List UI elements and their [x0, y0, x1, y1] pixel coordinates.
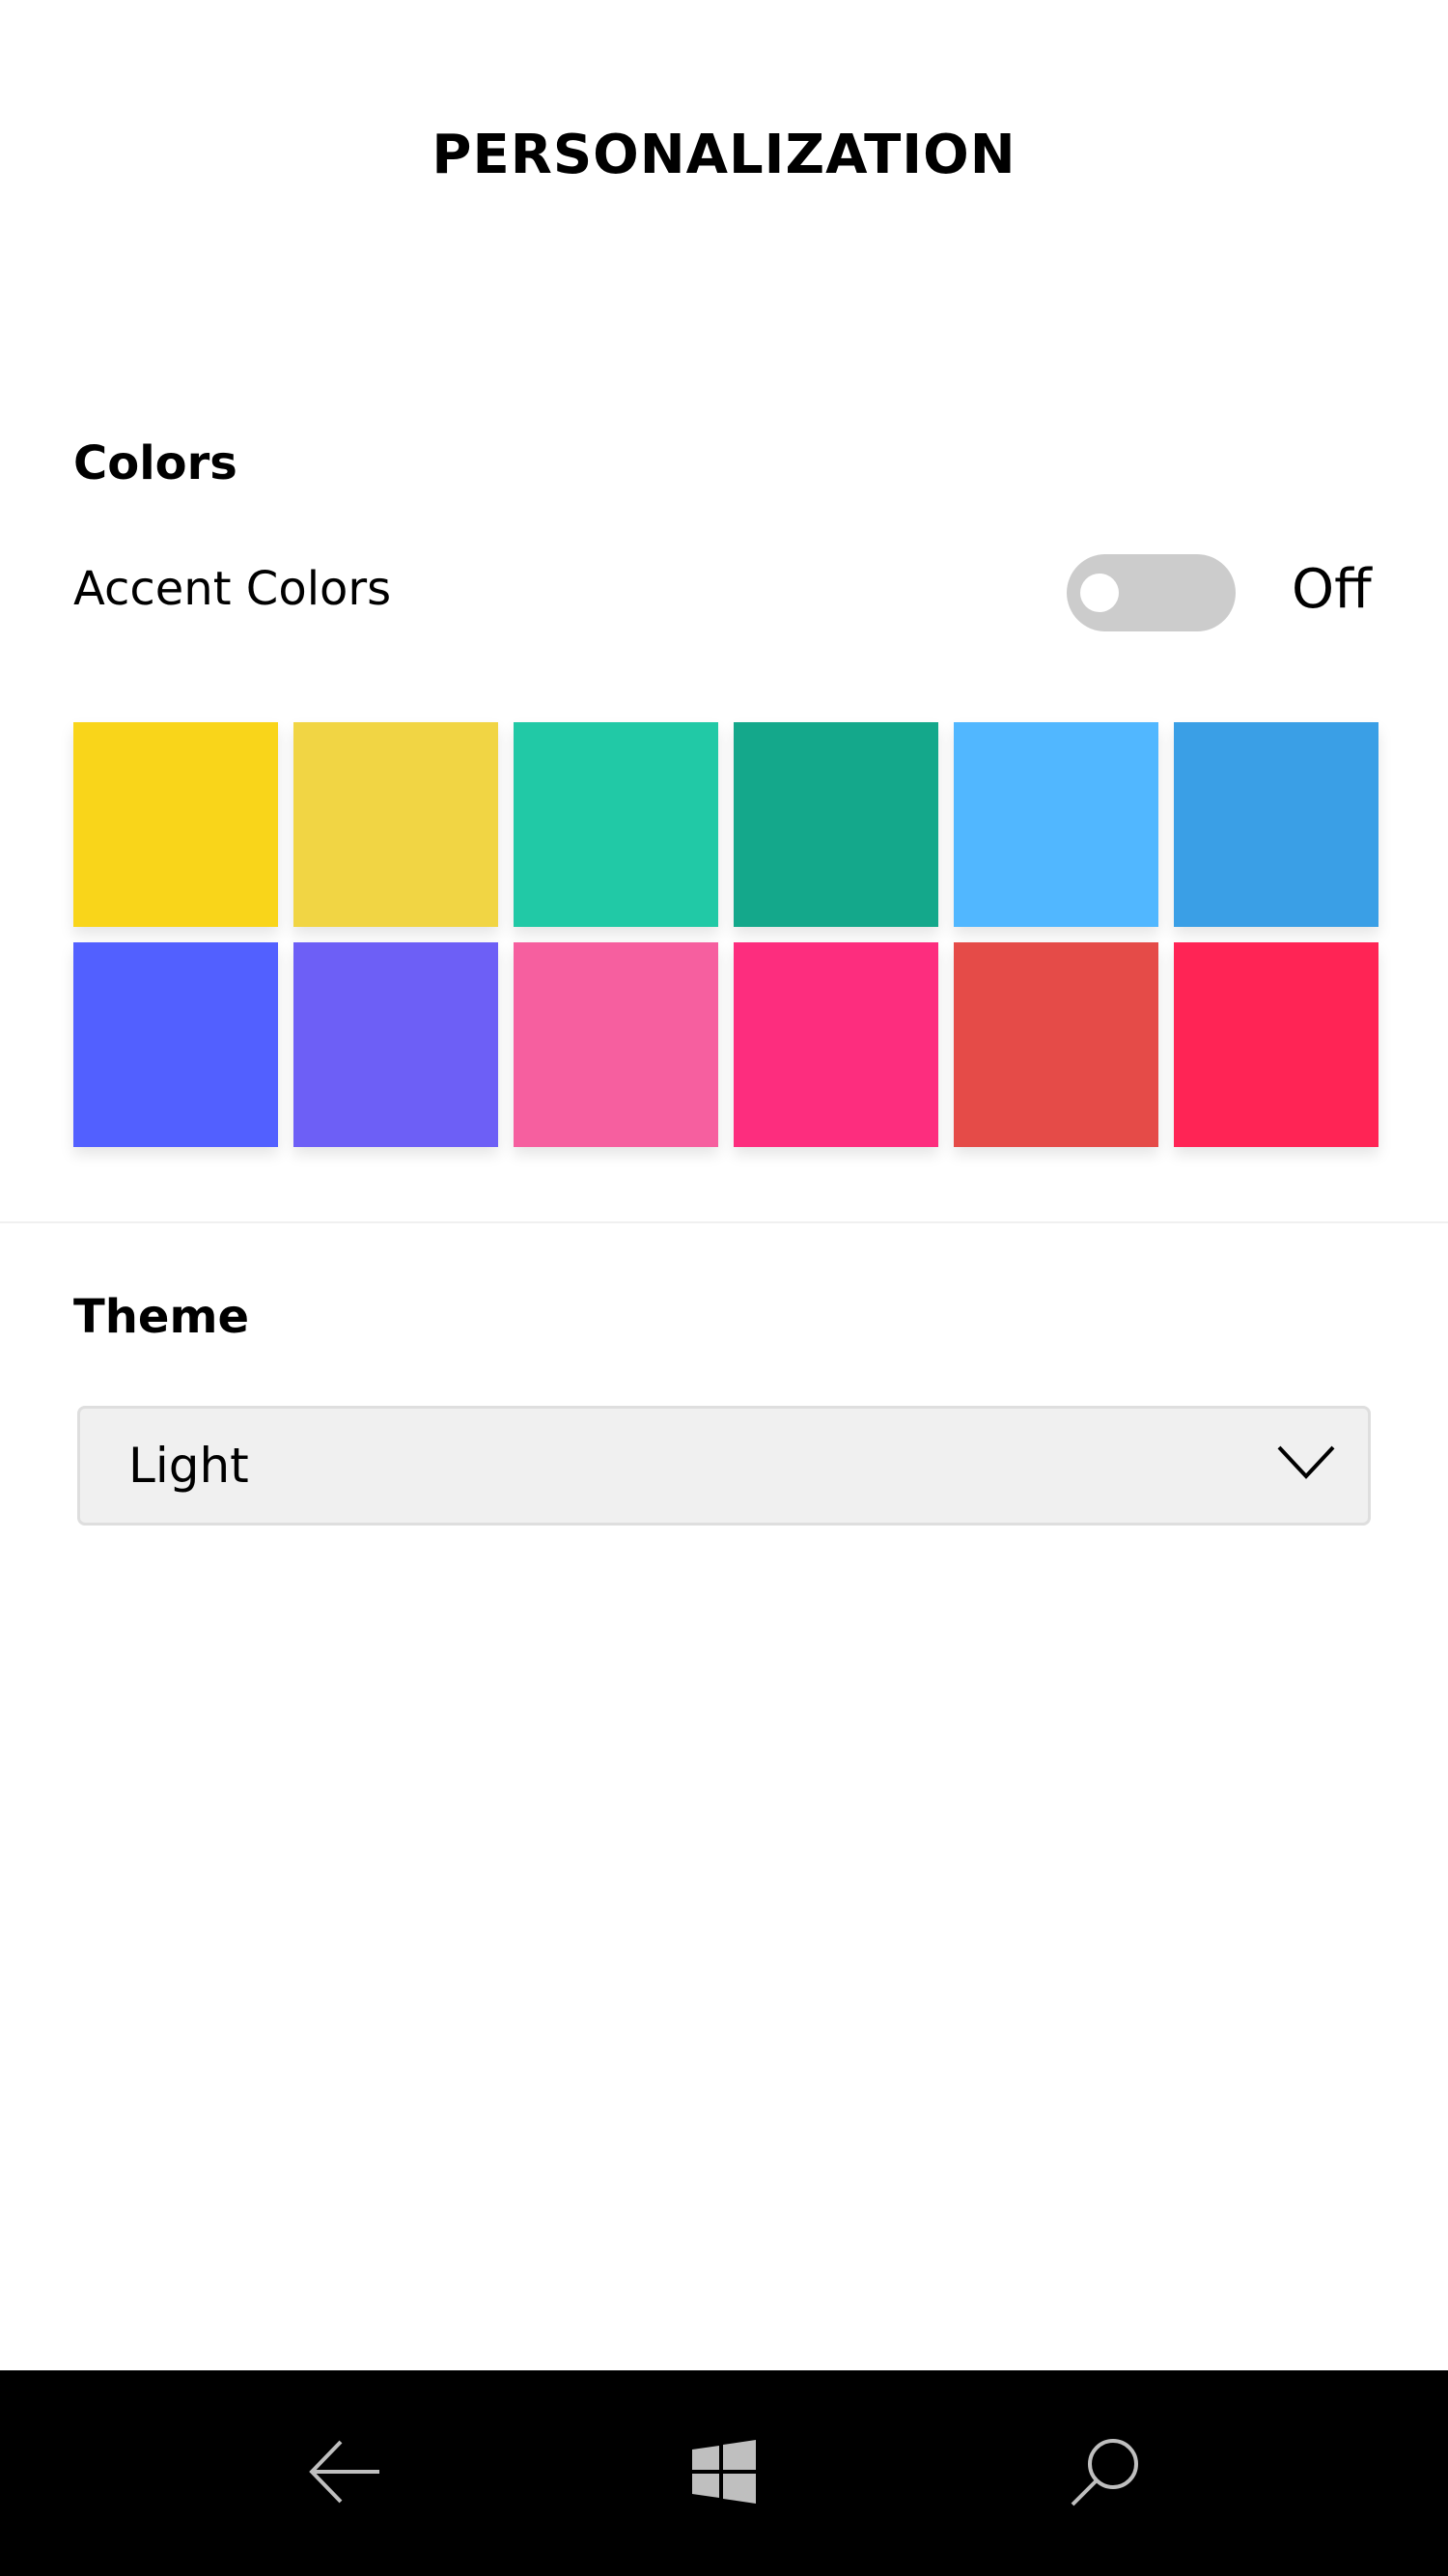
accent-colors-row: Accent Colors Off: [73, 554, 1375, 631]
color-swatch[interactable]: [734, 942, 938, 1147]
back-button[interactable]: [282, 2409, 407, 2534]
search-icon: [1071, 2439, 1138, 2506]
windows-start-icon: [692, 2440, 756, 2504]
back-arrow-icon: [309, 2440, 379, 2504]
color-swatch[interactable]: [1174, 942, 1378, 1147]
accent-colors-toggle[interactable]: [1067, 554, 1236, 631]
theme-dropdown-value: Light: [128, 1438, 249, 1494]
color-swatch[interactable]: [1174, 722, 1378, 927]
toggle-knob: [1080, 574, 1119, 612]
color-swatch[interactable]: [293, 942, 498, 1147]
color-swatch-grid: [73, 722, 1379, 1147]
color-swatch[interactable]: [514, 942, 718, 1147]
theme-heading: Theme: [73, 1290, 250, 1344]
chevron-down-icon: [1277, 1445, 1335, 1479]
accent-toggle-state-label: Off: [1292, 558, 1372, 621]
start-button[interactable]: [661, 2409, 787, 2534]
color-swatch[interactable]: [73, 722, 278, 927]
color-swatch[interactable]: [954, 942, 1158, 1147]
color-swatch[interactable]: [514, 722, 718, 927]
search-button[interactable]: [1043, 2409, 1168, 2534]
color-swatch[interactable]: [73, 942, 278, 1147]
page-title: PERSONALIZATION: [432, 124, 1016, 186]
theme-dropdown[interactable]: Light: [77, 1406, 1371, 1526]
color-swatch[interactable]: [734, 722, 938, 927]
accent-colors-label: Accent Colors: [73, 562, 392, 616]
colors-heading: Colors: [73, 436, 237, 490]
navigation-bar: [0, 2370, 1448, 2576]
section-divider: [0, 1221, 1448, 1223]
color-swatch[interactable]: [293, 722, 498, 927]
personalization-screen: PERSONALIZATION Colors Accent Colors Off…: [0, 0, 1448, 2576]
color-swatch[interactable]: [954, 722, 1158, 927]
